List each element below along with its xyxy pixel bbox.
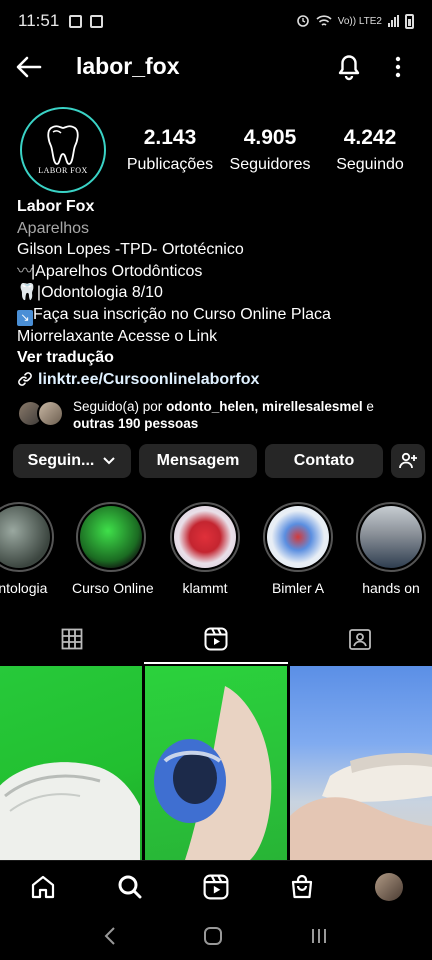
tab-grid[interactable] <box>0 614 144 664</box>
grid-icon <box>61 628 83 650</box>
story-highlights: ontologia Curso Online klammt Bimler A h… <box>0 502 432 602</box>
plate-image <box>290 753 432 860</box>
highlight-label: klammt <box>182 580 228 596</box>
highlight-bimler-a[interactable]: Bimler A <box>259 502 337 596</box>
profile-category: Aparelhos <box>17 219 90 237</box>
link-icon <box>18 372 32 387</box>
highlight-label: Bimler A <box>271 580 325 596</box>
bio-line: Gilson Lopes -TPD- Ortotécnico <box>17 241 244 258</box>
home-icon <box>32 875 55 898</box>
bio-line-inscricao: ↘ Faça sua inscrição no Curso Online Plac… <box>17 304 417 326</box>
profile-actions: Seguin... Mensagem Contato <box>13 444 425 478</box>
reel-thumbnail[interactable] <box>290 666 432 860</box>
follower-avatar <box>37 400 64 427</box>
stat-label: Seguidores <box>229 156 311 173</box>
stat-publications[interactable]: 2.143 Publicações <box>120 126 220 174</box>
profile-link-text: linktr.ee/Cursoonlinelaborfox <box>38 370 260 388</box>
tab-reels[interactable] <box>144 614 288 664</box>
contact-button[interactable]: Contato <box>265 444 383 478</box>
bio-line: Miorrelaxante Acesse o Link <box>17 327 218 345</box>
highlight-ontologia[interactable]: ontologia <box>0 502 58 596</box>
profile-avatar-small <box>374 872 403 901</box>
profile-tabs <box>0 614 432 664</box>
tooth-logo-icon <box>47 125 79 165</box>
message-button[interactable]: Mensagem <box>139 444 257 478</box>
dental-model-image <box>0 762 140 860</box>
bio-line-aparelhos: 〰|Aparelhos Ortodônticos <box>17 261 417 283</box>
reels-grid <box>0 666 432 860</box>
profile-link[interactable]: linktr.ee/Cursoonlinelaborfox <box>17 369 417 391</box>
nav-profile[interactable] <box>346 861 432 912</box>
reels-icon <box>204 627 228 651</box>
profile-header: labor_fox <box>0 44 432 90</box>
bell-icon[interactable] <box>334 50 364 82</box>
chevron-down-icon <box>103 457 116 465</box>
network-label: Vo)) LTE2 <box>337 15 382 27</box>
back-arrow-icon[interactable] <box>14 52 44 82</box>
wifi-icon <box>316 14 332 26</box>
battery-icon <box>405 13 414 29</box>
followed-by[interactable]: Seguido(a) por odonto_helen, mirellesale… <box>17 398 403 432</box>
profile-avatar[interactable]: LABOR FOX <box>20 107 106 193</box>
checkbox-notification-icon <box>90 14 104 28</box>
highlight-image <box>80 506 142 568</box>
status-time: 11:51 <box>18 11 60 30</box>
highlight-label: Curso Online <box>72 580 154 596</box>
nav-home[interactable] <box>0 861 86 912</box>
stat-value: 4.905 <box>243 126 297 149</box>
highlight-image <box>174 506 236 568</box>
gallery-icon <box>69 14 83 28</box>
avatar-logo-text: LABOR FOX <box>38 166 88 175</box>
search-icon <box>118 875 142 898</box>
nav-search[interactable] <box>86 861 172 912</box>
stat-following[interactable]: 4.242 Seguindo <box>320 126 420 174</box>
profile-bio: Labor Fox Aparelhos Gilson Lopes -TPD- O… <box>17 196 417 390</box>
signal-icon <box>388 15 399 27</box>
appliance-image <box>154 686 272 860</box>
followed-by-text: Seguido(a) por odonto_helen, mirellesale… <box>73 399 374 431</box>
arrow-emoji-icon: ↘ <box>17 309 33 326</box>
add-person-button[interactable] <box>391 444 425 478</box>
status-bar: 11:51 Vo)) LTE2 <box>0 0 432 42</box>
stat-value: 4.242 <box>343 126 397 149</box>
system-back-icon[interactable] <box>103 926 117 946</box>
stat-label: Publicações <box>126 156 214 173</box>
nav-shop[interactable] <box>259 861 345 912</box>
tab-tagged[interactable] <box>288 614 432 664</box>
profile-stats: 2.143 Publicações 4.905 Seguidores 4.242… <box>120 126 420 174</box>
nav-reels[interactable] <box>173 861 259 912</box>
system-home-icon[interactable] <box>203 926 223 946</box>
highlight-image <box>267 506 329 568</box>
more-options-icon[interactable] <box>388 52 408 82</box>
system-navigation <box>0 912 432 960</box>
following-button[interactable]: Seguin... <box>13 444 131 478</box>
stat-value: 2.143 <box>143 126 197 149</box>
wave-emoji-icon: 〰 <box>17 262 33 280</box>
highlight-image <box>360 506 422 568</box>
highlight-curso-online[interactable]: Curso Online <box>72 502 154 596</box>
bottom-navigation <box>0 860 432 912</box>
highlight-hands-on[interactable]: hands on <box>352 502 430 596</box>
username-title: labor_fox <box>76 53 180 79</box>
highlight-label: ontologia <box>0 580 48 596</box>
reel-thumbnail[interactable] <box>0 666 142 860</box>
highlight-label: hands on <box>362 580 420 596</box>
tooth-emoji-icon: 🦷 <box>17 284 37 301</box>
see-translation-link[interactable]: Ver tradução <box>17 347 417 369</box>
highlight-image <box>0 506 50 568</box>
bio-line-odontologia: 🦷|Odontologia 8/10 <box>17 284 163 301</box>
add-person-icon <box>399 452 417 469</box>
system-recents-icon[interactable] <box>309 927 329 945</box>
tagged-person-icon <box>349 629 371 650</box>
alarm-icon <box>296 15 309 27</box>
highlight-klammt[interactable]: klammt <box>166 502 244 596</box>
reels-icon <box>203 874 229 899</box>
stat-followers[interactable]: 4.905 Seguidores <box>220 126 320 174</box>
profile-name: Labor Fox <box>17 198 95 215</box>
reel-thumbnail[interactable] <box>145 666 287 860</box>
shopping-bag-icon <box>292 874 313 898</box>
stat-label: Seguindo <box>336 156 404 173</box>
